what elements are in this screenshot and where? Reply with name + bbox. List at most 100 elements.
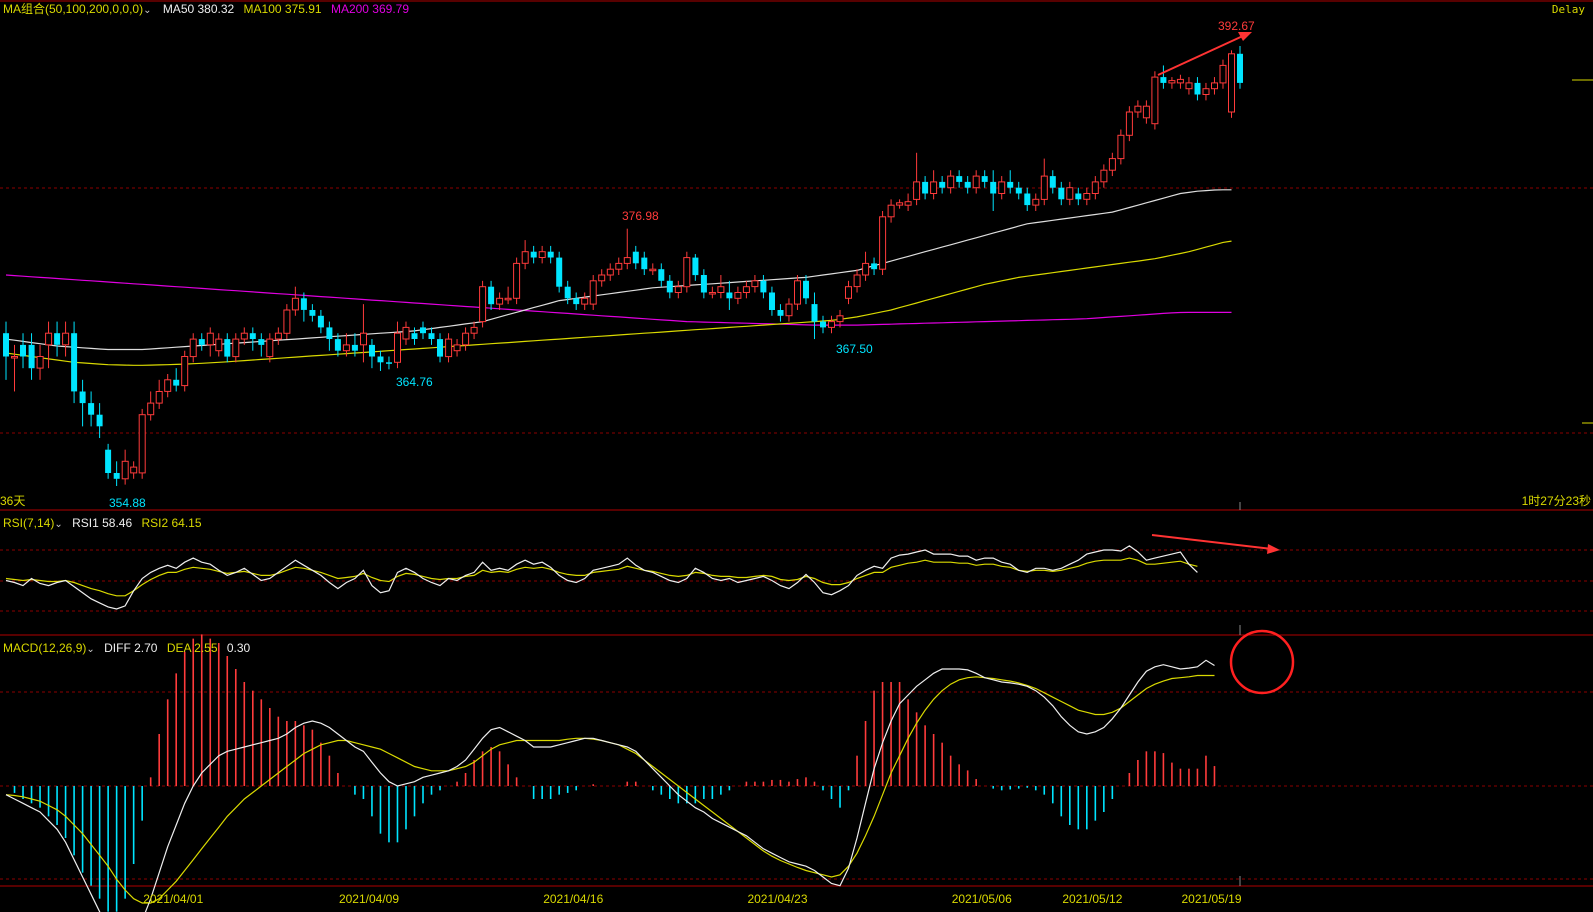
ma-group-label[interactable]: MA组合(50,100,200,0,0,0): [3, 2, 143, 16]
candle-body: [1237, 53, 1243, 83]
candle-body: [274, 332, 282, 340]
ma200-value: MA200 369.79: [330, 2, 410, 16]
candle: [138, 408, 146, 479]
candle-body: [606, 268, 614, 276]
candle-body: [36, 356, 44, 369]
candle-body: [1219, 64, 1227, 84]
candle-body: [972, 175, 980, 189]
candle-body: [1066, 187, 1074, 200]
candle-body: [215, 338, 223, 352]
candle-body: [334, 339, 341, 351]
candle-body: [386, 362, 392, 364]
candle-body: [479, 286, 487, 323]
late-low-price-label: 367.50: [836, 342, 873, 356]
candle-body: [206, 332, 214, 346]
chevron-down-icon[interactable]: ⌄: [143, 5, 151, 16]
candle-body: [504, 297, 512, 301]
rsi2-value: RSI2 64.15: [141, 516, 202, 530]
x-axis-date-label: 2021/05/12: [1062, 892, 1123, 906]
candle-body: [1168, 80, 1176, 84]
candle-body: [853, 274, 861, 288]
macd-legend: MACD(12,26,9)⌄ DIFF 2.70 DEA 2.55 0.30: [3, 641, 256, 657]
x-axis-date-label: 2021/04/01: [143, 892, 204, 906]
candle-body: [402, 326, 410, 340]
candle-body: [232, 338, 240, 358]
candle-body: [803, 280, 809, 299]
candle-body: [462, 332, 470, 346]
candle-body: [155, 391, 163, 404]
candle-body: [692, 257, 699, 276]
candle: [71, 321, 78, 404]
candle-body: [564, 286, 571, 299]
candle-body: [96, 414, 103, 427]
dea-value: DEA 2.55: [166, 641, 218, 655]
candle-body: [1176, 78, 1184, 84]
diff-value: DIFF 2.70: [104, 641, 158, 655]
candle-body: [411, 333, 418, 339]
candle-body: [1083, 193, 1091, 200]
candle-body: [922, 181, 929, 194]
candle-body: [173, 379, 180, 386]
candle: [556, 251, 563, 293]
candle-body: [291, 297, 299, 311]
candle-body: [641, 257, 648, 270]
candle-body: [20, 344, 26, 357]
candle-body: [1185, 82, 1193, 90]
rsi-indicator-label[interactable]: RSI(7,14): [3, 516, 54, 530]
candle-body: [1117, 134, 1125, 160]
candle-body: [871, 263, 878, 270]
candle-body: [138, 414, 146, 474]
candle-body: [470, 326, 478, 334]
candle: [1228, 50, 1235, 118]
candle-body: [513, 262, 521, 299]
delay-label: Delay: [1551, 3, 1585, 16]
candle-body: [862, 262, 870, 276]
mid-high-price-label: 376.98: [622, 209, 659, 223]
candle-body: [913, 181, 921, 200]
candle-body: [130, 466, 138, 474]
candle-body: [428, 333, 435, 339]
candle-body: [240, 332, 248, 340]
candle-body: [1024, 193, 1031, 206]
candle-body: [836, 315, 844, 323]
candle-body: [1228, 53, 1235, 113]
candle-body: [990, 181, 997, 194]
candle-body: [751, 280, 759, 288]
candle-body: [496, 297, 504, 305]
candle-body: [760, 280, 767, 293]
candle-body: [1194, 82, 1201, 95]
candle-body: [811, 304, 818, 322]
candle-body: [317, 315, 324, 328]
candle-body: [1211, 82, 1218, 90]
candle-body: [615, 262, 623, 270]
chevron-down-icon[interactable]: ⌄: [54, 519, 62, 530]
candle-body: [930, 181, 938, 194]
candle-body: [266, 338, 274, 358]
candle-body: [538, 251, 546, 258]
low-price-label: 354.88: [109, 496, 146, 510]
candle-body: [351, 344, 358, 351]
candle-body: [785, 303, 793, 317]
candle-body: [1049, 176, 1056, 188]
candle: [879, 210, 887, 276]
days-label: 36天: [0, 494, 26, 508]
candle-body: [573, 298, 580, 305]
rsi-legend: RSI(7,14)⌄ RSI1 58.46 RSI2 64.15: [3, 516, 208, 532]
candle-body: [794, 280, 801, 305]
candle-body: [530, 251, 537, 258]
candle-body: [879, 216, 887, 270]
candle-body: [1040, 175, 1048, 200]
candle-body: [437, 339, 443, 357]
macd-indicator-label[interactable]: MACD(12,26,9): [3, 641, 86, 655]
candle-body: [964, 181, 971, 188]
candle-body: [700, 275, 707, 293]
macd-value: 0.30: [226, 641, 251, 655]
candle-body: [904, 201, 912, 206]
candle-body: [28, 344, 35, 369]
chevron-down-icon[interactable]: ⌄: [86, 644, 94, 655]
candle-body: [981, 176, 988, 182]
candle-body: [79, 391, 86, 404]
x-axis-date-label: 2021/05/19: [1181, 892, 1242, 906]
candle-body: [623, 257, 631, 264]
candle-body: [3, 333, 9, 357]
